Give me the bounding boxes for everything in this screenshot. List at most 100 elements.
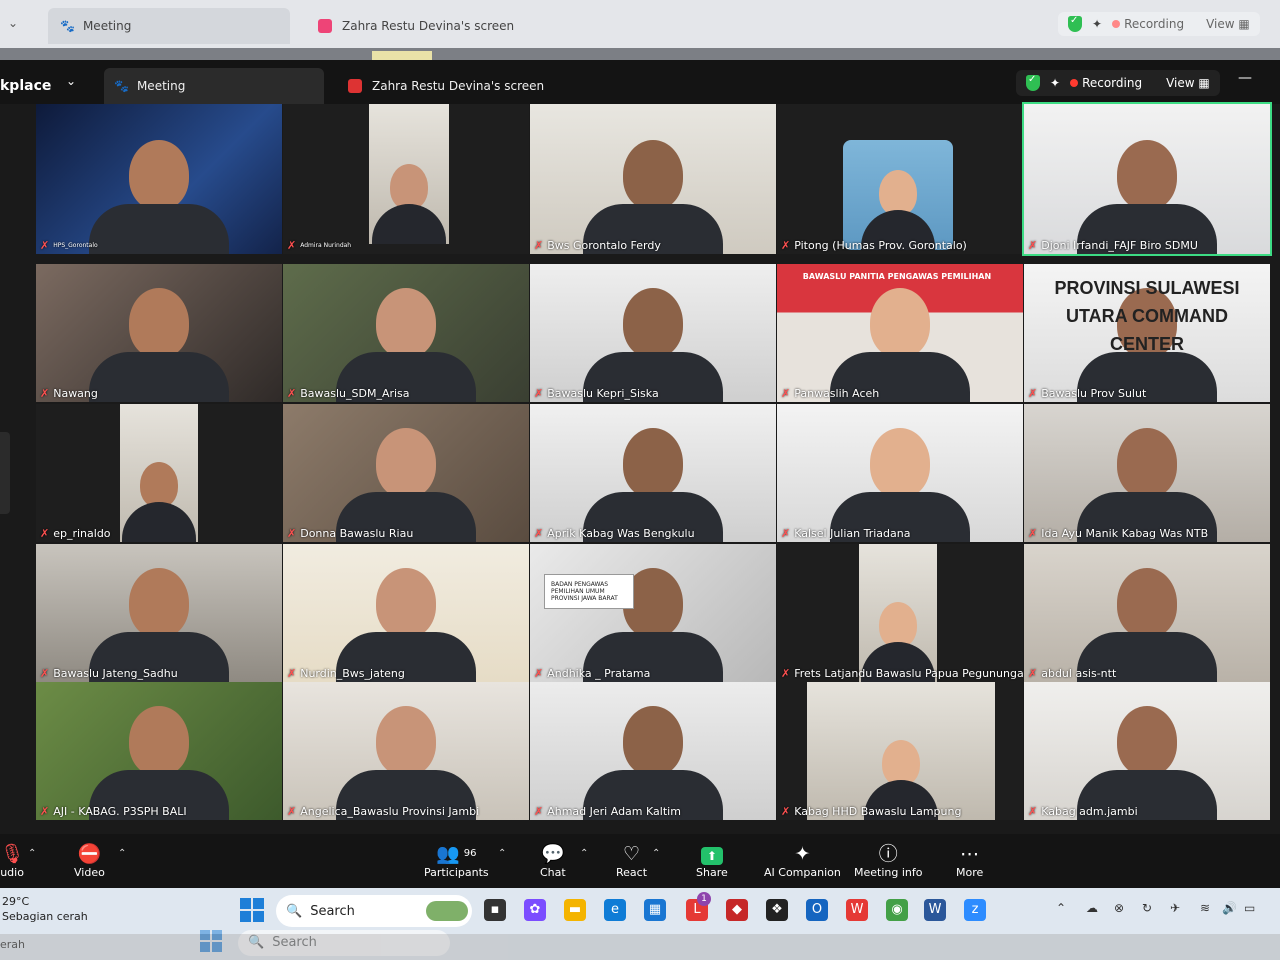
search-icon: 🔍 <box>286 903 303 919</box>
audio-button[interactable]: 🎙 udio <box>0 842 24 879</box>
windows-start-icon[interactable] <box>240 898 264 922</box>
tab-share[interactable]: Zahra Restu Devina's screen <box>348 68 544 104</box>
participant-tile[interactable]: ✗ Ida Ayu Manik Kabag Was NTB <box>1024 404 1270 542</box>
participant-tile[interactable]: ✗ Nurdin_Bws_jateng <box>283 544 529 682</box>
chat-options-caret[interactable]: ⌃ <box>580 848 588 859</box>
participant-name: Djoni Irfandi_FAJF Biro SDMU <box>1041 239 1198 252</box>
chat-button[interactable]: 💬 Chat <box>540 842 566 879</box>
video-feed <box>36 404 282 542</box>
vpn-icon[interactable]: ⊗ <box>1114 901 1124 915</box>
tab-meeting-label: Meeting <box>136 79 186 93</box>
participant-tile[interactable]: ✗ Bws Gorontalo Ferdy <box>530 104 776 254</box>
video-feed <box>283 264 529 402</box>
participant-tile[interactable]: ✗ Kabag adm.jambi <box>1024 682 1270 820</box>
file-explorer-icon[interactable]: ▬ <box>564 899 586 921</box>
participant-tile[interactable]: BADAN PENGAWAS PEMILIHAN UMUM PROVINSI J… <box>530 544 776 682</box>
task-view-icon[interactable]: ▪ <box>484 899 506 921</box>
outlook-icon[interactable]: O <box>806 899 828 921</box>
video-feed <box>283 544 529 682</box>
video-grid: ✗ HPS_Gorontalo ✗ Admira Nurindah ✗ Bws Goron… <box>36 102 1272 820</box>
participant-tile[interactable]: ✗ Donna Bawaslu Riau <box>283 404 529 542</box>
recording-status[interactable]: Recording <box>1070 76 1142 90</box>
participant-tile[interactable]: ✗ Kabag HHD Bawaslu Lampung <box>777 682 1023 820</box>
person-silhouette <box>1077 428 1217 542</box>
outer-view-button[interactable]: View ▦ <box>1206 17 1250 31</box>
chevron-down-icon[interactable]: ⌄ <box>8 16 18 30</box>
onedrive-icon[interactable]: ☁ <box>1086 901 1098 915</box>
participant-tile[interactable]: ✗ Admira Nurindah <box>283 104 529 254</box>
tab-share-label: Zahra Restu Devina's screen <box>372 79 545 93</box>
sync-icon[interactable]: ↻ <box>1142 901 1152 915</box>
outer-tab-share[interactable]: Zahra Restu Devina's screen <box>318 8 514 44</box>
battery-icon[interactable]: ▭ <box>1244 901 1255 915</box>
mic-muted-icon: ✗ <box>40 239 50 252</box>
participant-name: Angelica_Bawaslu Provinsi Jambi <box>300 805 480 818</box>
zoom-icon[interactable]: z <box>964 899 986 921</box>
participant-tile[interactable]: ✗ ep_rinaldo <box>36 404 282 542</box>
video-feed <box>777 544 1023 682</box>
audio-options-caret[interactable]: ⌃ <box>28 848 36 859</box>
edge-icon[interactable]: e <box>604 899 626 921</box>
participant-tile[interactable]: ✗ Bawaslu Kepri_Siska <box>530 264 776 402</box>
outer-tab-meeting[interactable]: 🐾 Meeting <box>48 8 290 44</box>
ai-companion-button[interactable]: ✦ AI Companion <box>764 842 841 879</box>
video-feed <box>36 264 282 402</box>
video-options-caret[interactable]: ⌃ <box>118 848 126 859</box>
participant-name: abdul asis-ntt <box>1041 667 1117 680</box>
video-frame <box>807 682 995 820</box>
participant-name: HPS_Gorontalo <box>53 242 98 249</box>
participant-tile[interactable]: ✗ AJI - KABAG. P3SPH BALI <box>36 682 282 820</box>
dropbox-icon[interactable]: ❖ <box>766 899 788 921</box>
weather-widget[interactable]: 29°C Sebagian cerah <box>2 894 88 924</box>
participant-tile[interactable]: ✗ Aprik Kabag Was Bengkulu <box>530 404 776 542</box>
react-button[interactable]: ♡ React <box>616 842 647 879</box>
mic-muted-icon: ✗ <box>287 805 297 818</box>
share-button[interactable]: ⬆ Share <box>696 842 728 879</box>
taskbar-search[interactable]: 🔍 Search <box>276 895 472 927</box>
video-feed <box>1024 404 1270 542</box>
participant-name-label: ✗ Nurdin_Bws_jateng <box>287 667 405 680</box>
mic-muted-icon: ✗ <box>40 805 50 818</box>
meeting-info-button[interactable]: ⓘ Meeting info <box>854 842 922 879</box>
wifi-icon[interactable]: ≋ <box>1200 901 1210 915</box>
network-icon[interactable]: ✈ <box>1170 901 1180 915</box>
more-button[interactable]: ⋯ More <box>956 842 983 879</box>
tab-meeting[interactable]: 🐾 Meeting <box>104 68 324 104</box>
participant-tile[interactable]: ✗ Bawaslu Jateng_Sadhu <box>36 544 282 682</box>
participant-tile[interactable]: PROVINSI SULAWESI UTARA COMMAND CENTER ✗ B… <box>1024 264 1270 402</box>
participants-options-caret[interactable]: ⌃ <box>498 848 506 859</box>
participant-tile[interactable]: ✗ Frets Latjandu Bawaslu Papua Pegunungan <box>777 544 1023 682</box>
video-button[interactable]: ⛔ Video <box>74 842 105 879</box>
security-icon[interactable]: ◆ <box>726 899 748 921</box>
participants-button[interactable]: 👥 96 Participants <box>424 842 489 879</box>
minimize-button[interactable]: — <box>1238 70 1252 86</box>
participant-tile[interactable]: ✗ Nawang <box>36 264 282 402</box>
participant-tile[interactable]: ✗ Angelica_Bawaslu Provinsi Jambi <box>283 682 529 820</box>
participant-name: Bawaslu_SDM_Arisa <box>300 387 410 400</box>
participant-tile[interactable]: ✗ Ahmad Jeri Adam Kaltim <box>530 682 776 820</box>
participant-tile[interactable]: ✗ Djoni Irfandi_FAJF Biro SDMU <box>1022 102 1272 256</box>
view-button[interactable]: View ▦ <box>1166 76 1210 90</box>
participant-tile[interactable]: ✗ Bawaslu_SDM_Arisa <box>283 264 529 402</box>
chrome-icon[interactable]: ◉ <box>886 899 908 921</box>
participant-tile[interactable]: ✗ abdul asis-ntt <box>1024 544 1270 682</box>
participant-name-label: ✗ Bws Gorontalo Ferdy <box>534 239 661 252</box>
participant-tile[interactable]: ✗ Pitong (Humas Prov. Gorontalo) <box>777 104 1023 254</box>
paw-icon: 🐾 <box>114 79 129 93</box>
side-handle[interactable] <box>0 432 10 514</box>
outer-thumb <box>372 51 432 60</box>
participant-tile[interactable]: ✗ Kalsel Julian Triadana <box>777 404 1023 542</box>
volume-icon[interactable]: 🔊 <box>1222 901 1237 915</box>
show-hidden-icons[interactable]: ⌃ <box>1056 901 1066 915</box>
video-feed <box>777 404 1023 542</box>
store-icon[interactable]: ▦ <box>644 899 666 921</box>
background-signage: BAWASLU PANITIA PENGAWAS PEMILIHAN <box>802 272 992 281</box>
participant-tile[interactable]: BAWASLU PANITIA PENGAWAS PEMILIHAN ✗ Panwa… <box>777 264 1023 402</box>
react-options-caret[interactable]: ⌃ <box>652 848 660 859</box>
outer-recording-status[interactable]: Recording <box>1112 17 1184 31</box>
wps-icon[interactable]: W <box>846 899 868 921</box>
copilot-icon[interactable]: ✿ <box>524 899 546 921</box>
word-icon[interactable]: W <box>924 899 946 921</box>
participant-tile[interactable]: ✗ HPS_Gorontalo <box>36 104 282 254</box>
chevron-down-icon[interactable]: ⌄ <box>66 74 76 88</box>
